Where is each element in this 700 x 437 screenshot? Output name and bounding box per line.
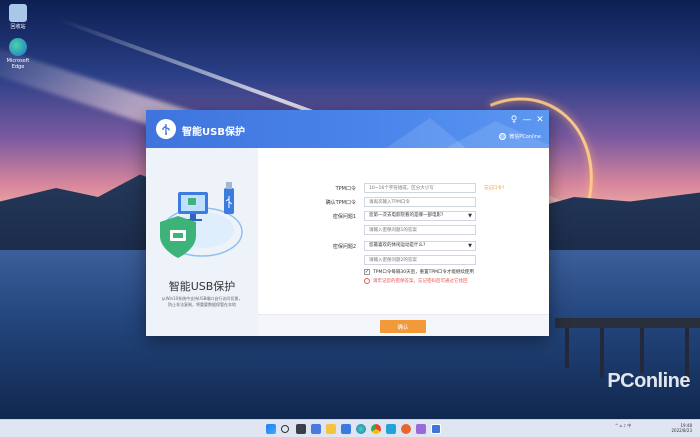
wallpaper-pier <box>555 318 700 328</box>
app-icon-1[interactable] <box>386 424 396 434</box>
forgot-pin-link[interactable]: 忘记口令? <box>484 185 504 191</box>
edge-icon <box>9 38 27 56</box>
dialog-footer: 确认 <box>258 314 549 336</box>
warning-icon <box>364 278 370 284</box>
tpm-pin-input[interactable] <box>364 183 476 193</box>
question2-label: 密保问题2 <box>332 244 356 250</box>
pconline-watermark: PConline <box>607 370 690 392</box>
question2-select[interactable]: 您最喜欢的休闲运动是什么? ▼ <box>364 241 476 251</box>
start-icon[interactable] <box>266 424 276 434</box>
search-icon[interactable] <box>281 425 289 433</box>
minimize-button[interactable]: — <box>521 115 533 125</box>
edge-icon[interactable] <box>356 424 366 434</box>
dialog-titlebar[interactable]: 智能USB保护 ♀ — ✕ 微信PConline <box>146 110 549 148</box>
chevron-down-icon: ▼ <box>468 243 472 249</box>
app-icon-2[interactable] <box>401 424 411 434</box>
account-info[interactable]: 微信PConline <box>499 133 541 140</box>
recycle-bin-icon <box>9 4 27 22</box>
taskbar-clock[interactable]: 19:48 2022/8/23 <box>671 423 692 433</box>
pin-reset-text: TPM口令每隔30天后，重置TPM口令才能继续使用 <box>373 270 474 275</box>
warning-text: 请牢记您的密保答案，忘记密码后可通过它找回 <box>373 279 468 284</box>
desktop-icon-recycle-bin[interactable]: 回收站 <box>4 4 32 30</box>
question2-value: 您最喜欢的休闲运动是什么? <box>369 243 426 248</box>
app-icon-3[interactable] <box>416 424 426 434</box>
pin-reset-checkbox-row[interactable]: ✓ TPM口令每隔30天后，重置TPM口令才能继续使用 <box>364 269 474 275</box>
chevron-down-icon: ▼ <box>468 213 472 219</box>
setup-form: TPM口令 忘记口令? 确认TPM口令 密保问题1 您第一次去电影院看的是哪一部… <box>258 148 549 336</box>
answer2-input[interactable] <box>364 255 476 265</box>
checkbox-checked[interactable]: ✓ <box>364 269 370 275</box>
file-explorer-icon[interactable] <box>326 424 336 434</box>
app-icon-4[interactable] <box>431 424 441 434</box>
usb-protection-illustration <box>160 182 243 258</box>
question1-label: 密保问题1 <box>332 214 356 220</box>
wallpaper-pier-post <box>600 328 604 378</box>
account-name: 微信PConline <box>509 134 541 140</box>
usb-icon <box>156 119 176 139</box>
tpm-pin-label: TPM口令 <box>335 186 356 192</box>
desktop-icon-label: 回收站 <box>10 24 26 30</box>
answer1-input[interactable] <box>364 225 476 235</box>
titlebar-decoration <box>386 118 466 148</box>
question1-value: 您第一次去电影院看的是哪一部电影? <box>369 213 444 218</box>
question1-select[interactable]: 您第一次去电影院看的是哪一部电影? ▼ <box>364 211 476 221</box>
task-view-icon[interactable] <box>296 424 306 434</box>
system-tray[interactable]: ^ ⌂ ♪ 中 <box>615 423 631 429</box>
left-info-panel: 智能USB保护 从Win10系统中支持USB端口自行访问切换，防止非法复制，将重… <box>146 148 258 336</box>
taskbar: ^ ⌂ ♪ 中 19:48 2022/8/23 <box>0 419 700 437</box>
wallpaper-pier-post <box>640 328 644 373</box>
confirm-pin-label: 确认TPM口令 <box>325 200 356 206</box>
chrome-icon[interactable] <box>371 424 381 434</box>
close-button[interactable]: ✕ <box>534 115 546 125</box>
wallpaper-pier-post <box>565 328 569 368</box>
desktop-icon-label: Microsoft Edge <box>6 58 30 70</box>
desktop-icon-edge[interactable]: Microsoft Edge <box>4 38 32 70</box>
brand-description: 从Win10系统中支持USB端口自行访问切换，防止非法复制，将重要数据保管在本地 <box>161 296 243 307</box>
store-icon[interactable] <box>341 424 351 434</box>
warning-row: 请牢记您的密保答案，忘记密码后可通过它找回 <box>364 278 468 284</box>
confirm-pin-input[interactable] <box>364 197 476 207</box>
confirm-button[interactable]: 确认 <box>380 320 426 333</box>
pin-button[interactable]: ♀ <box>508 115 520 125</box>
dialog-title: 智能USB保护 <box>182 127 245 138</box>
usb-protection-dialog: 智能USB保护 ♀ — ✕ 微信PConline 智能USB保护 从Win10系… <box>146 110 549 336</box>
avatar <box>499 133 507 140</box>
clock-date: 2022/8/23 <box>671 428 692 433</box>
brand-title: 智能USB保护 <box>168 280 236 293</box>
widgets-icon[interactable] <box>311 424 321 434</box>
